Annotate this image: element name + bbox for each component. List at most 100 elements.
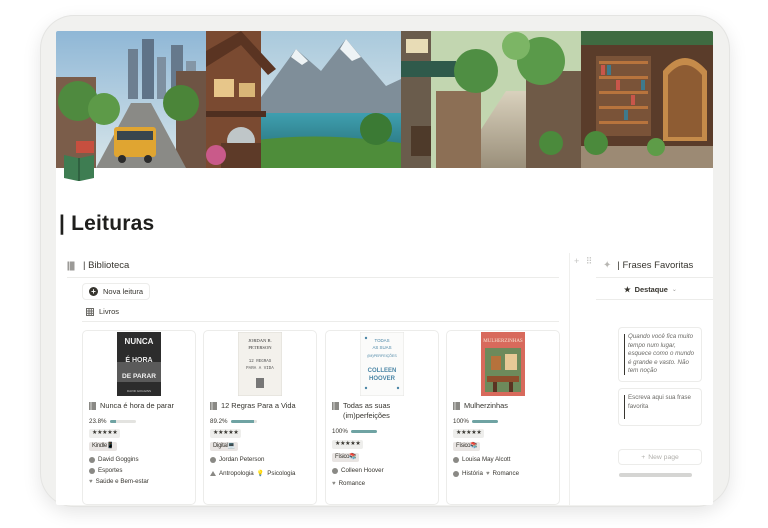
book-title: 12 Regras Para a Vida (210, 401, 312, 411)
cover-banner[interactable] (56, 31, 713, 168)
svg-text:TODAS: TODAS (374, 338, 389, 343)
svg-text:PARA A VIDA: PARA A VIDA (246, 367, 274, 371)
book-cover: JORDAN B. PETERSON 12 REGRAS PARA A VIDA (204, 331, 316, 397)
biblioteca-heading: | Biblioteca (67, 260, 129, 271)
page-book-icon[interactable] (62, 151, 96, 183)
rating-badge: ★★★★★ (89, 429, 121, 438)
book-icon (67, 261, 75, 270)
cover-illustration (56, 31, 713, 168)
person-icon (210, 456, 216, 463)
book-card[interactable]: NUNCA É HORA DE PARAR DAVID GOGGINS Nunc… (82, 330, 196, 505)
book-card[interactable]: JORDAN B. PETERSON 12 REGRAS PARA A VIDA… (203, 330, 317, 505)
sport-icon (89, 467, 95, 474)
tag-row: História ♥ Romance (453, 470, 519, 477)
format-badge: Kindle📱 (89, 442, 118, 451)
reading-progress: 100% (453, 418, 498, 425)
author-row: Louisa May Alcott (453, 456, 511, 463)
frases-sub-divider (596, 299, 713, 300)
author-row: David Goggins (89, 456, 139, 463)
quote-text: Quando você fica muito tempo num lugar, … (628, 333, 695, 375)
book-cover: MULHERZINHAS (447, 331, 559, 397)
table-icon (86, 307, 94, 316)
book-icon (89, 402, 96, 410)
person-icon (453, 456, 459, 463)
tablet-frame: | Leituras | Biblioteca + ⠿ + Nova leitu… (40, 15, 730, 507)
book-card[interactable]: MULHERZINHAS Mulherzinhas 100% ★★★★★ Fís… (446, 330, 560, 505)
book-title: Todas as suas (im)perfeições (332, 401, 434, 421)
svg-text:JORDAN B.: JORDAN B. (248, 338, 271, 343)
tab-livros-label: Livros (99, 307, 120, 316)
tag-row: Esportes (89, 467, 122, 474)
tag-row: ♥ Saúde e Bem-estar (89, 478, 149, 485)
view-divider (82, 321, 559, 322)
format-badge: Físico📚 (332, 453, 360, 462)
quote-bar (624, 395, 625, 419)
new-page-label: New page (648, 453, 679, 461)
book-icon (453, 402, 460, 410)
plus-circle-icon: + (89, 287, 98, 296)
svg-text:DAVID GOGGINS: DAVID GOGGINS (127, 389, 151, 393)
frases-heading-label: | Frases Favoritas (617, 260, 694, 271)
star-icon: ★ (624, 285, 631, 294)
progress-fill (230, 420, 254, 423)
svg-text:HOOVER: HOOVER (369, 376, 396, 382)
person-icon (89, 456, 95, 463)
tag-row: Antropologia 💡 Psicologia (210, 470, 295, 477)
rating-badge: ★★★★★ (332, 440, 364, 449)
heart-icon: ♥ (89, 478, 93, 485)
reading-progress: 89.2% (210, 418, 257, 425)
biblioteca-divider (67, 277, 559, 278)
frases-divider (596, 277, 713, 278)
format-badge: Digital💻 (210, 442, 238, 451)
book-icon (332, 402, 339, 410)
format-badge: Físico📚 (453, 442, 481, 451)
quote-card[interactable]: Quando você fica muito tempo num lugar, … (618, 327, 702, 382)
svg-text:(IM)PERFEIÇÕES: (IM)PERFEIÇÕES (367, 353, 397, 358)
new-reading-label: Nova leitura (103, 287, 144, 296)
reading-progress: 100% (332, 428, 377, 435)
destaque-label: Destaque (634, 285, 668, 294)
chevron-down-icon: ⌄ (671, 287, 677, 293)
svg-text:COLLEEN: COLLEEN (368, 368, 397, 374)
svg-text:AS SUAS: AS SUAS (372, 345, 391, 350)
page-title: | Leituras (59, 212, 155, 235)
tab-livros[interactable]: Livros (86, 307, 119, 316)
tag-row: ♥ Romance (332, 480, 366, 487)
frases-heading: ✦ | Frases Favoritas (603, 260, 693, 271)
new-page-button[interactable]: + New page (618, 449, 702, 465)
sparkle-icon: ✦ (603, 260, 612, 271)
biblioteca-heading-label: | Biblioteca (83, 260, 130, 271)
new-reading-button[interactable]: + Nova leitura (82, 283, 151, 300)
book-icon (210, 402, 217, 410)
triangle-icon (210, 471, 216, 476)
drag-handle-icon[interactable]: + ⠿ (574, 256, 594, 267)
column-divider[interactable] (569, 253, 570, 505)
heart-icon: ♥ (485, 470, 490, 477)
author-row: Colleen Hoover (332, 467, 384, 474)
svg-text:PETERSON: PETERSON (248, 345, 272, 350)
quote-card[interactable]: Escreva aqui sua frase favorita (618, 388, 702, 426)
book-card[interactable]: TODAS AS SUAS (IM)PERFEIÇÕES COLLEEN HOO… (325, 330, 439, 505)
rating-badge: ★★★★★ (210, 429, 242, 438)
progress-fill (350, 430, 377, 433)
book-title: Nunca é hora de parar (89, 401, 191, 411)
quote-bar (624, 334, 625, 375)
notion-page: | Leituras | Biblioteca + ⠿ + Nova leitu… (56, 31, 713, 505)
lightbulb-icon: 💡 (256, 471, 265, 477)
reading-progress: 23.8% (89, 418, 136, 425)
book-cover: TODAS AS SUAS (IM)PERFEIÇÕES COLLEEN HOO… (326, 331, 438, 397)
heart-icon: ♥ (332, 480, 336, 487)
book-title: Mulherzinhas (453, 401, 555, 411)
svg-text:12 REGRAS: 12 REGRAS (249, 360, 272, 364)
destaque-filter[interactable]: ★ Destaque ⌄ (624, 285, 677, 294)
author-row: Jordan Peterson (210, 456, 264, 463)
progress-fill (471, 420, 498, 423)
plus-icon: + (641, 453, 646, 461)
person-icon (332, 467, 338, 474)
progress-fill (109, 420, 116, 423)
svg-text:NUNCA: NUNCA (125, 337, 154, 346)
horizontal-scrollbar[interactable] (619, 473, 692, 477)
book-cover: NUNCA É HORA DE PARAR DAVID GOGGINS (83, 331, 195, 397)
rating-badge: ★★★★★ (453, 429, 485, 438)
columns-icon (453, 470, 459, 477)
